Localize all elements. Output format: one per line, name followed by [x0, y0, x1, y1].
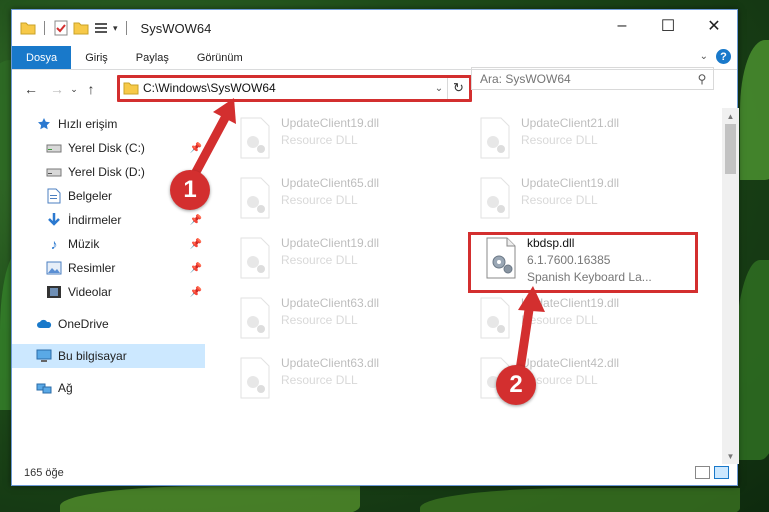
annotation-arrows [191, 98, 545, 375]
arrow-2-head [518, 286, 545, 312]
step-badge-1: 1 [170, 170, 210, 210]
arrow-1 [191, 113, 230, 177]
step-badge-2: 2 [496, 365, 536, 405]
arrow-2 [515, 298, 535, 375]
